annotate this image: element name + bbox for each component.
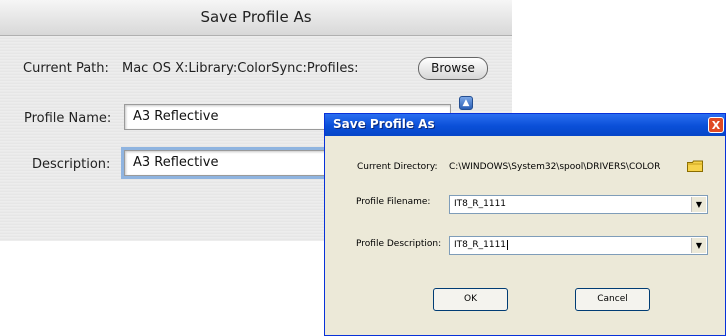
current-path-label: Current Path: xyxy=(23,61,109,76)
current-directory-value: C:\WINDOWS\System32\spool\DRIVERS\COLOR xyxy=(449,162,661,172)
profile-name-label: Profile Name: xyxy=(24,111,112,126)
mac-dialog-title: Save Profile As xyxy=(0,0,512,36)
profile-filename-label: Profile Filename: xyxy=(356,197,431,207)
profile-filename-value: IT8_R_1111 xyxy=(454,199,507,209)
chevron-down-icon[interactable]: ▼ xyxy=(691,238,706,253)
close-button[interactable]: X xyxy=(708,117,724,133)
close-icon: X xyxy=(711,119,721,132)
folder-icon[interactable] xyxy=(687,160,703,172)
xp-save-profile-dialog: Save Profile As X Current Directory: C:\… xyxy=(324,113,726,336)
xp-dialog-title: Save Profile As xyxy=(333,117,435,131)
description-label: Description: xyxy=(32,157,111,172)
profile-description-label: Profile Description: xyxy=(356,239,442,249)
profile-description-combo[interactable]: IT8_R_1111 ▼ xyxy=(449,236,708,255)
profile-description-value: IT8_R_1111 xyxy=(454,240,507,250)
ok-button[interactable]: OK xyxy=(433,288,508,311)
description-field[interactable]: A3 Reflective xyxy=(124,150,334,176)
cancel-button[interactable]: Cancel xyxy=(575,288,650,311)
current-directory-label: Current Directory: xyxy=(357,162,438,172)
profile-filename-combo[interactable]: IT8_R_1111 ▼ xyxy=(449,195,708,214)
stepper-icon[interactable]: ▲ xyxy=(459,96,473,110)
chevron-down-icon[interactable]: ▼ xyxy=(691,197,706,212)
browse-button[interactable]: Browse xyxy=(418,57,488,80)
current-path-value: Mac OS X:Library:ColorSync:Profiles: xyxy=(122,61,359,76)
text-caret xyxy=(507,240,509,250)
xp-title-bar[interactable]: Save Profile As X xyxy=(325,114,725,136)
